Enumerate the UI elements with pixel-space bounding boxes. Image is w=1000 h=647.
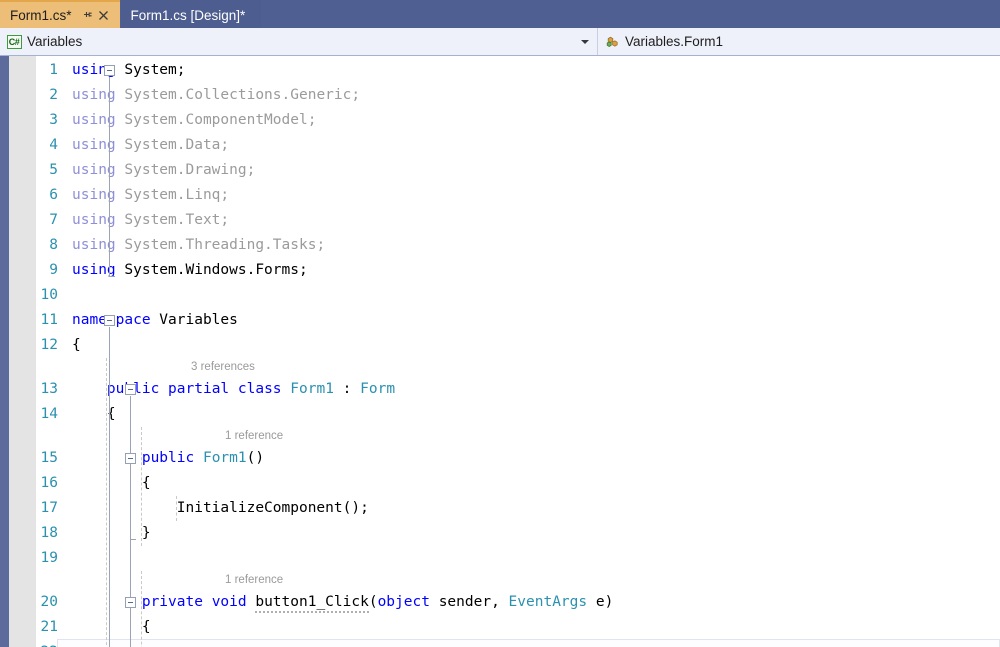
indent-guide <box>106 358 108 647</box>
outlining-connector <box>109 77 110 276</box>
tab-form1-cs-design[interactable]: Form1.cs [Design]* <box>120 0 262 28</box>
editor-tab-strip: Form1.cs* Form1.cs [Design]* <box>0 0 1000 28</box>
code-line[interactable]: 11 namespace Variables <box>36 308 1000 333</box>
line-number: 5 <box>49 162 58 178</box>
line-number: 16 <box>40 475 58 491</box>
line-number: 20 <box>40 594 58 610</box>
outlining-connector-end <box>109 276 115 277</box>
code-text: public Form1() <box>141 450 265 466</box>
pin-icon[interactable] <box>80 7 96 23</box>
line-number: 12 <box>40 337 58 353</box>
indent-guide <box>141 571 143 647</box>
indent-guide <box>175 496 177 521</box>
code-line[interactable]: 20 private void button1_Click(object sen… <box>36 590 1000 615</box>
tab-label: Form1.cs* <box>10 7 72 23</box>
code-text: { <box>72 337 81 353</box>
code-line[interactable]: 4 using System.Data; <box>36 133 1000 158</box>
code-line[interactable]: 19 <box>36 546 1000 571</box>
indent-guide <box>141 427 143 546</box>
line-number: 7 <box>49 212 58 228</box>
code-text: { <box>72 619 151 635</box>
line-number: 1 <box>49 62 58 78</box>
line-number: 15 <box>40 450 58 466</box>
code-line[interactable]: 18 } <box>36 521 1000 546</box>
code-line[interactable]: 2 using System.Collections.Generic; <box>36 83 1000 108</box>
code-line[interactable]: 10 <box>36 283 1000 308</box>
code-text: using System.Linq; <box>72 187 230 203</box>
code-navigation-bar: C# Variables Variables.Form1 <box>0 28 1000 56</box>
line-number: 4 <box>49 137 58 153</box>
codelens-references[interactable]: 1 reference <box>225 571 283 590</box>
csharp-file-icon: C# <box>6 34 22 50</box>
code-line[interactable]: 15 public Form1() <box>36 446 1000 471</box>
code-line[interactable]: 7 using System.Text; <box>36 208 1000 233</box>
code-text: namespace Variables <box>72 312 238 328</box>
code-text: } <box>72 525 151 541</box>
project-type-label: Variables <box>27 34 83 49</box>
tab-label: Form1.cs [Design]* <box>130 7 246 23</box>
outlining-collapse-box[interactable] <box>125 453 136 464</box>
code-line[interactable]: 17 InitializeComponent(); <box>36 496 1000 521</box>
code-line[interactable]: 14 { <box>36 402 1000 427</box>
chevron-down-icon[interactable] <box>581 39 589 44</box>
line-number: 19 <box>40 550 58 566</box>
code-editor[interactable]: 3 references 1 reference 1 reference 1 using… <box>0 56 1000 647</box>
code-line[interactable]: 8 using System.Threading.Tasks; <box>36 233 1000 258</box>
code-line[interactable]: 21 { <box>36 615 1000 640</box>
line-number: 2 <box>49 87 58 103</box>
code-line[interactable]: 1 using System; <box>36 58 1000 83</box>
outlining-collapse-box[interactable] <box>125 597 136 608</box>
member-label: Variables.Form1 <box>625 34 724 49</box>
codelens-references[interactable]: 1 reference <box>225 427 283 446</box>
close-icon[interactable] <box>96 7 112 23</box>
member-dropdown[interactable]: Variables.Form1 <box>598 28 1000 55</box>
line-number: 9 <box>49 262 58 278</box>
code-surface[interactable]: 3 references 1 reference 1 reference 1 using… <box>36 56 1000 647</box>
outlining-collapse-box[interactable] <box>125 384 136 395</box>
outlining-connector <box>130 609 131 647</box>
code-text: { <box>72 475 151 491</box>
line-number: 21 <box>40 619 58 635</box>
line-number: 14 <box>40 406 58 422</box>
code-text: using System.Data; <box>72 137 230 153</box>
code-text: using System.Text; <box>72 212 230 228</box>
codelens-references[interactable]: 3 references <box>191 358 255 377</box>
code-text: using System.Drawing; <box>72 162 256 178</box>
line-number: 13 <box>40 381 58 397</box>
code-line[interactable]: 3 using System.ComponentModel; <box>36 108 1000 133</box>
outlining-connector-end <box>130 539 136 540</box>
line-number: 18 <box>40 525 58 541</box>
code-text: using System.Windows.Forms; <box>72 262 308 278</box>
outlining-connector <box>109 327 110 647</box>
code-line[interactable]: 16 { <box>36 471 1000 496</box>
outlining-collapse-box[interactable] <box>104 315 115 326</box>
code-text: InitializeComponent(); <box>72 500 369 516</box>
line-number: 11 <box>40 312 58 328</box>
code-line[interactable]: 5 using System.Drawing; <box>36 158 1000 183</box>
code-line[interactable]: 9 using System.Windows.Forms; <box>36 258 1000 283</box>
outlining-collapse-box[interactable] <box>104 65 115 76</box>
code-line[interactable]: 6 using System.Linq; <box>36 183 1000 208</box>
code-text: using System.Collections.Generic; <box>72 87 361 103</box>
line-number: 17 <box>40 500 58 516</box>
line-number: 8 <box>49 237 58 253</box>
class-icon <box>604 34 620 50</box>
code-line[interactable]: 12 { <box>36 333 1000 358</box>
project-type-dropdown[interactable]: C# Variables <box>0 28 598 55</box>
line-number: 10 <box>40 287 58 303</box>
line-number: 3 <box>49 112 58 128</box>
code-line[interactable]: 13 public partial class Form1 : Form <box>36 377 1000 402</box>
code-text: private void button1_Click(object sender… <box>72 590 613 615</box>
tab-form1-cs[interactable]: Form1.cs* <box>0 0 120 28</box>
code-text: public partial class Form1 : Form <box>107 381 396 397</box>
line-number: 6 <box>49 187 58 203</box>
code-text: using System; <box>72 62 186 78</box>
outlining-connector <box>130 465 131 539</box>
